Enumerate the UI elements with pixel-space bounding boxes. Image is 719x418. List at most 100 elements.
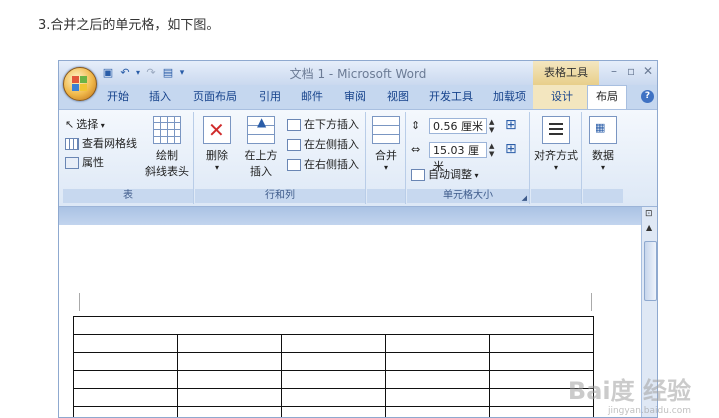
group-table: ↖选择 ▾ 查看网格线 属性 绘制 斜线表头 表 xyxy=(63,112,194,204)
table-row xyxy=(74,389,594,407)
delete-button[interactable]: ✕ 删除 ▾ xyxy=(199,116,235,172)
table-cell[interactable] xyxy=(74,353,178,371)
table-cell[interactable] xyxy=(386,407,490,418)
help-icon[interactable]: ? xyxy=(641,90,654,103)
distribute-rows-icon[interactable]: ⊞ xyxy=(505,117,517,133)
data-icon: ▦ xyxy=(589,116,617,144)
table-cell[interactable] xyxy=(74,389,178,407)
office-button[interactable] xyxy=(63,67,97,101)
chevron-down-icon: ▾ xyxy=(533,163,579,172)
autofit-button[interactable]: 自动调整 ▾ xyxy=(411,166,479,182)
chevron-down-icon: ▾ xyxy=(472,171,479,180)
alignment-button[interactable]: 对齐方式 ▾ xyxy=(533,116,579,172)
tab-developer[interactable]: 开发工具 xyxy=(429,88,473,104)
chevron-down-icon: ▾ xyxy=(370,163,402,172)
minimize-button[interactable]: – xyxy=(611,64,617,78)
restore-button[interactable]: ▫ xyxy=(627,64,635,78)
insert-left-button[interactable]: 在左侧插入 xyxy=(287,136,359,152)
view-gridlines-button[interactable]: 查看网格线 xyxy=(65,135,137,151)
dialog-launcher-icon[interactable]: ◢ xyxy=(522,194,527,202)
table-cell[interactable] xyxy=(490,335,594,353)
row-height-input[interactable]: 0.56 厘米 xyxy=(429,118,487,134)
ruler-toggle-icon[interactable]: ⊡ xyxy=(645,209,653,219)
tab-layout[interactable]: 布局 xyxy=(587,85,627,110)
data-button[interactable]: ▦ 数据 ▾ xyxy=(585,116,621,172)
merged-cell[interactable] xyxy=(74,317,594,335)
table-cell[interactable] xyxy=(490,353,594,371)
table-cell[interactable] xyxy=(178,353,282,371)
table-cell[interactable] xyxy=(282,371,386,389)
chevron-down-icon: ▾ xyxy=(199,163,235,172)
tab-add-ins[interactable]: 加载项 xyxy=(493,88,526,104)
table-cell[interactable] xyxy=(282,389,386,407)
tab-view[interactable]: 视图 xyxy=(387,88,409,104)
row-height-spinner[interactable]: ▲▼ xyxy=(489,118,497,134)
tab-review[interactable]: 审阅 xyxy=(344,88,366,104)
insert-right-button[interactable]: 在右侧插入 xyxy=(287,156,359,172)
select-button[interactable]: ↖选择 ▾ xyxy=(65,116,105,132)
autofit-icon xyxy=(411,169,425,181)
table-cell[interactable] xyxy=(178,371,282,389)
delete-table-icon: ✕ xyxy=(203,116,231,144)
table-cell[interactable] xyxy=(178,389,282,407)
table-cell[interactable] xyxy=(282,353,386,371)
column-width-input[interactable]: 15.03 厘米 xyxy=(429,142,487,158)
merged-table[interactable] xyxy=(73,316,594,418)
ribbon-tabs: 开始 插入 页面布局 引用 邮件 审阅 视图 开发工具 加载项 设计 布局 ? xyxy=(59,85,657,109)
table-cell[interactable] xyxy=(282,407,386,418)
group-cell-size: ⇕ 0.56 厘米 ▲▼ ⊞ ⇔ 15.03 厘米 ▲▼ ⊞ 自动调整 ▾ 单元… xyxy=(407,112,530,204)
tab-mailings[interactable]: 邮件 xyxy=(301,88,323,104)
table-row xyxy=(74,353,594,371)
insert-row-below-icon xyxy=(287,119,301,131)
table-cell[interactable] xyxy=(74,371,178,389)
tab-home[interactable]: 开始 xyxy=(107,88,129,104)
properties-button[interactable]: 属性 xyxy=(65,154,104,170)
group-label-cell-size: 单元格大小 xyxy=(407,189,529,203)
scroll-thumb[interactable] xyxy=(644,241,657,301)
tab-references[interactable]: 引用 xyxy=(259,88,281,104)
tab-design[interactable]: 设计 xyxy=(551,88,573,104)
group-alignment: 对齐方式 ▾ xyxy=(531,112,582,204)
insert-column-right-icon xyxy=(287,159,301,171)
group-label-data xyxy=(583,189,623,203)
insert-below-button[interactable]: 在下方插入 xyxy=(287,116,359,132)
merge-button[interactable]: 合并 ▾ xyxy=(370,116,402,172)
table-cell[interactable] xyxy=(282,335,386,353)
chevron-down-icon: ▾ xyxy=(98,121,105,130)
table-cell[interactable] xyxy=(490,407,594,418)
insert-row-above-icon: ▲ xyxy=(247,116,275,144)
watermark-url: jingyan.baidu.com xyxy=(608,406,691,416)
margin-corner-left xyxy=(79,293,80,311)
tab-page-layout[interactable]: 页面布局 xyxy=(193,88,237,104)
group-label-table: 表 xyxy=(63,189,193,203)
group-rows-columns: ✕ 删除 ▾ ▲ 在上方 插入 在下方插入 在左侧插入 在右侧插入 行和列 xyxy=(195,112,366,204)
margin-corner-right xyxy=(591,293,592,311)
table-cell[interactable] xyxy=(178,335,282,353)
group-data: ▦ 数据 ▾ xyxy=(583,112,623,204)
ribbon: ↖选择 ▾ 查看网格线 属性 绘制 斜线表头 表 ✕ 删除 ▾ ▲ xyxy=(59,109,657,207)
table-cell[interactable] xyxy=(386,371,490,389)
table-cell[interactable] xyxy=(74,335,178,353)
table-cell[interactable] xyxy=(74,407,178,418)
table-cell[interactable] xyxy=(386,335,490,353)
group-label-merge xyxy=(367,189,405,203)
table-grid-icon xyxy=(153,116,181,144)
column-width-spinner[interactable]: ▲▼ xyxy=(489,142,497,158)
group-label-alignment xyxy=(531,189,581,203)
office-logo-icon xyxy=(72,76,88,92)
insert-above-button[interactable]: ▲ 在上方 插入 xyxy=(241,116,281,179)
table-tools-label: 表格工具 xyxy=(533,61,599,85)
alignment-icon xyxy=(542,116,570,144)
tab-insert[interactable]: 插入 xyxy=(149,88,171,104)
scroll-up-icon[interactable]: ▲ xyxy=(646,223,652,232)
distribute-columns-icon[interactable]: ⊞ xyxy=(505,141,517,157)
watermark-logo: Bai度 经验 xyxy=(568,371,691,406)
chevron-down-icon: ▾ xyxy=(585,163,621,172)
draw-diagonal-header-button[interactable]: 绘制 斜线表头 xyxy=(141,116,193,179)
merge-cells-icon xyxy=(372,116,400,144)
document-page[interactable] xyxy=(59,225,641,417)
table-cell[interactable] xyxy=(386,353,490,371)
table-cell[interactable] xyxy=(386,389,490,407)
close-button[interactable]: ✕ xyxy=(643,64,653,78)
table-cell[interactable] xyxy=(178,407,282,418)
